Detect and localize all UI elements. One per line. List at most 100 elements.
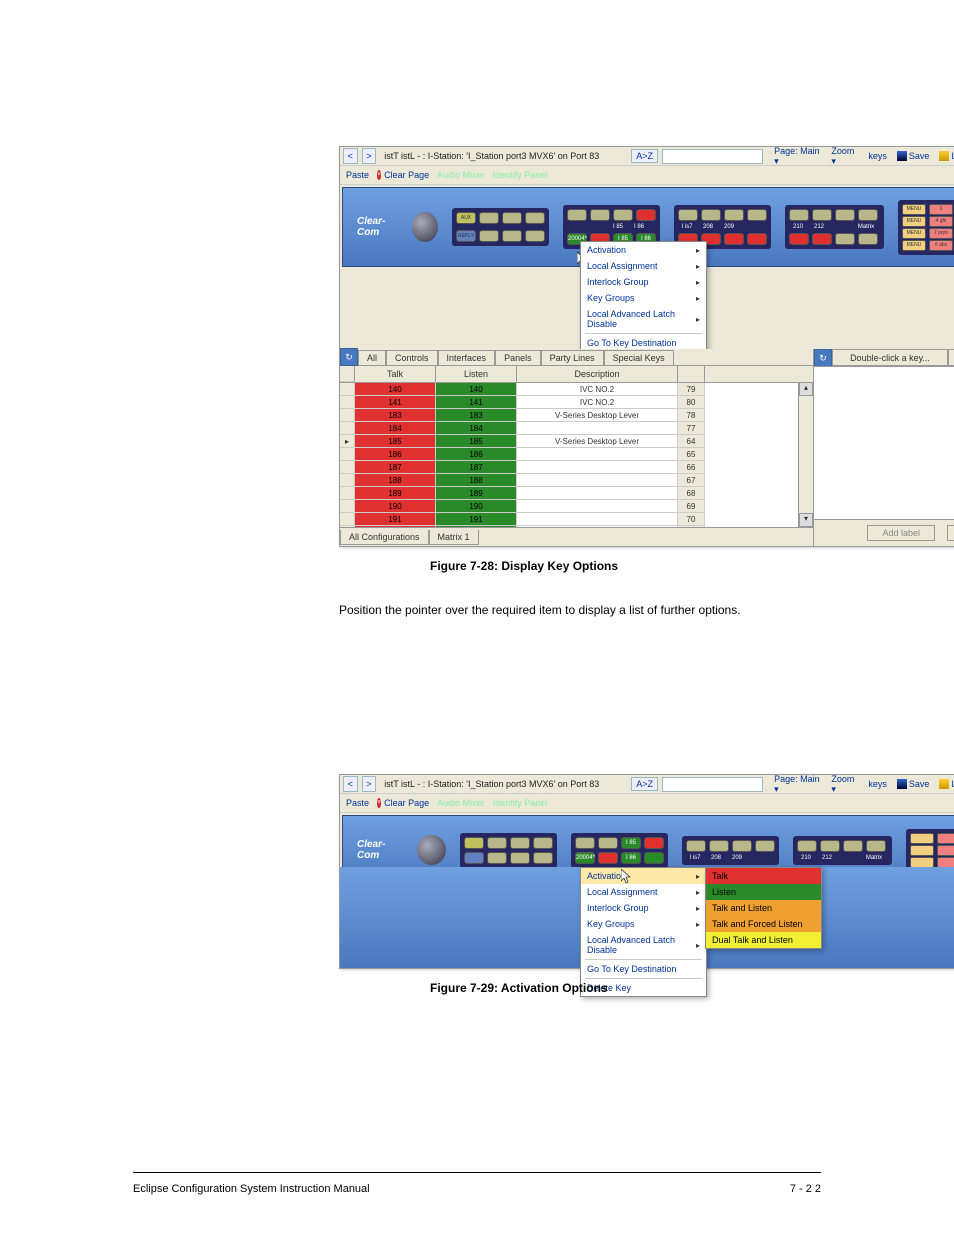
dial-key[interactable]: 7 pqrs	[929, 228, 953, 239]
panel-key[interactable]	[835, 233, 855, 245]
save-button[interactable]: Save	[894, 779, 933, 789]
dial-key[interactable]	[937, 857, 954, 868]
dial-key[interactable]	[937, 845, 954, 856]
panel-key[interactable]	[843, 840, 863, 852]
reply-key[interactable]: REPLY	[456, 230, 476, 242]
panel-key[interactable]	[636, 209, 656, 221]
panel-key[interactable]	[812, 233, 832, 245]
dial-key[interactable]: MENU	[902, 240, 926, 251]
panel-key[interactable]	[820, 840, 840, 852]
submenu-listen[interactable]: Listen	[706, 884, 821, 900]
menu-interlock-group[interactable]: Interlock Group▸	[581, 274, 706, 290]
load-button[interactable]: Load	[936, 779, 954, 789]
tab-partylines[interactable]: Party Lines	[541, 350, 604, 365]
zoom-menu[interactable]: Zoom ▾	[828, 146, 861, 167]
grid-scrollbar[interactable]: ▴ ▾	[798, 382, 813, 527]
panel-key[interactable]	[487, 837, 507, 849]
save-button[interactable]: Save	[894, 151, 933, 161]
panel-key[interactable]	[533, 837, 553, 849]
nav-back-button[interactable]: <	[343, 148, 358, 164]
panel-key[interactable]	[644, 837, 664, 849]
menu-activation[interactable]: Activation▸	[581, 868, 706, 884]
keys-button[interactable]: keys	[865, 779, 890, 789]
panel-key[interactable]	[502, 230, 522, 242]
menu-interlock-group[interactable]: Interlock Group▸	[581, 900, 706, 916]
panel-key[interactable]	[747, 233, 767, 245]
panel-key[interactable]	[644, 852, 664, 864]
submenu-talk-forced[interactable]: Talk and Forced Listen	[706, 916, 821, 932]
table-row[interactable]: 140140IVC NO.279	[340, 383, 813, 396]
dial-key[interactable]: MENU	[902, 228, 926, 239]
panel-key[interactable]: I 85	[621, 837, 641, 849]
load-button[interactable]: Load	[936, 151, 954, 161]
menu-latch-disable[interactable]: Local Advanced Latch Disable▸	[581, 932, 706, 958]
clear-page-link[interactable]: ×Clear Page	[377, 798, 429, 808]
panel-key[interactable]	[789, 209, 809, 221]
table-row[interactable]: 183183V-Series Desktop Lever78	[340, 409, 813, 422]
btab-allconfigs[interactable]: All Configurations	[340, 530, 429, 545]
submenu-dual-talk-listen[interactable]: Dual Talk and Listen	[706, 932, 821, 948]
sort-az-button[interactable]: A>Z	[631, 149, 658, 163]
panel-key[interactable]	[502, 212, 522, 224]
menu-activation[interactable]: Activation▸	[581, 242, 706, 258]
submenu-talk[interactable]: Talk	[706, 868, 821, 884]
table-row[interactable]: 18918968	[340, 487, 813, 500]
panel-key[interactable]	[510, 852, 530, 864]
tab-panels[interactable]: Panels	[495, 350, 541, 365]
dial-key[interactable]	[937, 833, 954, 844]
table-row[interactable]: 18718766	[340, 461, 813, 474]
panel-key[interactable]	[789, 233, 809, 245]
panel-key[interactable]	[479, 230, 499, 242]
panel-key[interactable]	[510, 837, 530, 849]
zoom-menu[interactable]: Zoom ▾	[828, 774, 861, 795]
tab-doubleclick[interactable]: Double-click a key...	[832, 349, 948, 365]
panel-key[interactable]	[724, 233, 744, 245]
dial-key[interactable]: 1	[929, 204, 953, 215]
dial-key[interactable]: MENU	[902, 216, 926, 227]
panel-key[interactable]	[479, 212, 499, 224]
dial-key[interactable]	[910, 857, 934, 868]
page-menu[interactable]: Page: Main ▾	[771, 146, 824, 167]
panel-key[interactable]	[598, 852, 618, 864]
sort-az-button[interactable]: A>Z	[631, 777, 658, 791]
panel-key[interactable]	[487, 852, 507, 864]
nav-fwd-button[interactable]: >	[362, 148, 377, 164]
panel-key[interactable]	[858, 209, 878, 221]
dial-key[interactable]: MENU	[902, 204, 926, 215]
dial-key[interactable]	[910, 845, 934, 856]
panel-key[interactable]	[598, 837, 618, 849]
panel-key[interactable]	[678, 209, 698, 221]
main-knob[interactable]	[412, 212, 438, 242]
col-desc[interactable]: Description	[517, 366, 678, 382]
panel-key[interactable]	[866, 840, 886, 852]
panel-key[interactable]	[590, 209, 610, 221]
panel-key[interactable]	[709, 840, 729, 852]
table-row[interactable]: 141141IVC NO.280	[340, 396, 813, 409]
table-row[interactable]: 18418477	[340, 422, 813, 435]
panel-key[interactable]	[797, 840, 817, 852]
panel-key[interactable]	[567, 209, 587, 221]
table-row[interactable]: ▸185185V-Series Desktop Lever64	[340, 435, 813, 448]
panel-key[interactable]	[701, 209, 721, 221]
scroll-down-icon[interactable]: ▾	[799, 513, 813, 527]
dial-key[interactable]: 4 ghi	[929, 216, 953, 227]
panel-key[interactable]	[755, 840, 775, 852]
corner-button[interactable]: ↻	[340, 348, 358, 366]
col-listen[interactable]: Listen	[436, 366, 517, 382]
panel-key[interactable]	[858, 233, 878, 245]
panel-key[interactable]	[525, 212, 545, 224]
panel-key[interactable]	[533, 852, 553, 864]
table-row[interactable]: 18818867	[340, 474, 813, 487]
panel-key[interactable]: 20004*	[575, 852, 595, 864]
panel-key[interactable]	[812, 209, 832, 221]
btab-matrix1[interactable]: Matrix 1	[429, 530, 479, 545]
paste-link[interactable]: Paste	[343, 798, 369, 808]
aux-key[interactable]	[464, 837, 484, 849]
page-menu[interactable]: Page: Main ▾	[771, 774, 824, 795]
panel-key[interactable]	[525, 230, 545, 242]
panel-key[interactable]	[732, 840, 752, 852]
table-row[interactable]: 19219271	[340, 526, 813, 527]
panel-key[interactable]	[835, 209, 855, 221]
nav-fwd-button[interactable]: >	[362, 776, 377, 792]
menu-goto-key[interactable]: Go To Key Destination	[581, 961, 706, 977]
